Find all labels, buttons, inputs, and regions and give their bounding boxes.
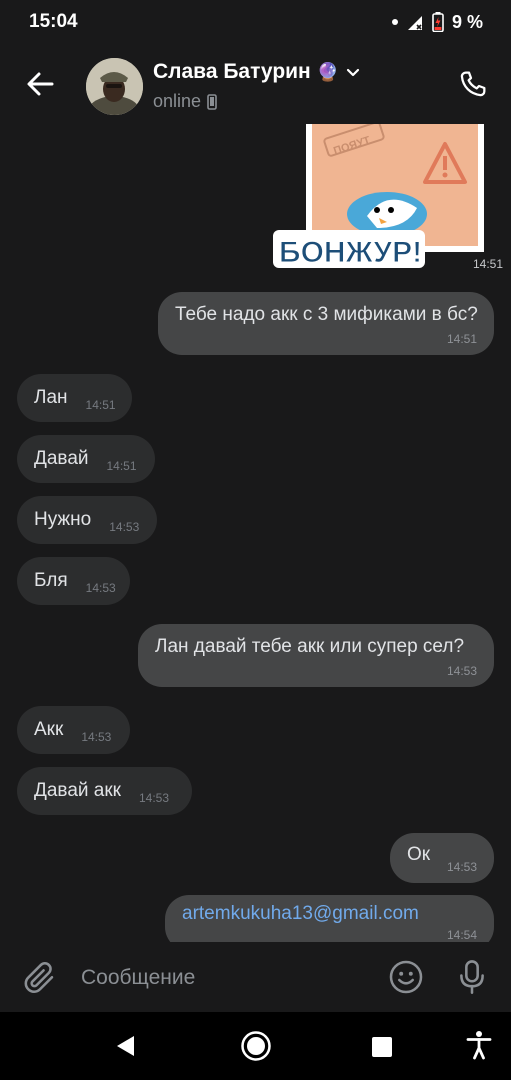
message-bubble[interactable]: Бля 14:53 <box>17 557 130 605</box>
message-time: 14:53 <box>138 791 169 805</box>
sticker-time: 14:51 <box>472 257 503 271</box>
status-icons: 9 % <box>391 11 483 33</box>
message-composer <box>0 942 511 1012</box>
battery-percent: 9 % <box>451 11 483 32</box>
contact-name: Слава Батурин <box>153 60 311 83</box>
message-list[interactable]: ПОЯУТ БОНЖУР! 14:51 Тебе надо акк с 3 ми… <box>0 124 511 942</box>
status-time: 15:04 <box>29 11 78 32</box>
message-bubble[interactable]: artemkukuha13@gmail.com 14:54 <box>165 895 494 942</box>
message-bubble[interactable]: Акк 14:53 <box>17 706 130 754</box>
chevron-down-icon <box>347 68 360 77</box>
accessibility-button[interactable] <box>466 1030 492 1060</box>
nav-back-button[interactable] <box>114 1034 138 1058</box>
message-bubble[interactable]: Нужно 14:53 <box>17 496 157 544</box>
crystal-ball-emoji: 🔮 <box>316 61 340 82</box>
message-text: Нужно <box>34 509 92 530</box>
phone-call-icon <box>460 71 486 97</box>
email-link[interactable]: artemkukuha13@gmail.com <box>182 903 419 925</box>
message-bubble[interactable]: Давай 14:51 <box>17 435 155 483</box>
message-text: Бля <box>34 570 68 591</box>
paperclip-icon <box>24 961 54 993</box>
voice-message-button[interactable] <box>455 958 489 996</box>
call-button[interactable] <box>455 66 491 102</box>
message-text: Давай <box>34 448 89 469</box>
message-time: 14:51 <box>106 459 137 473</box>
message-text: Давай акк <box>34 780 121 801</box>
nav-recents-button[interactable] <box>371 1036 393 1058</box>
message-text: Акк <box>34 719 64 740</box>
sticker-text: БОНЖУР! <box>279 236 422 269</box>
avatar[interactable] <box>86 58 143 115</box>
contact-status-row: online <box>153 91 217 112</box>
message-time: 14:53 <box>446 860 477 874</box>
message-time: 14:53 <box>81 730 112 744</box>
phone-device-icon <box>207 93 217 110</box>
microphone-icon <box>460 960 484 994</box>
message-time: 14:54 <box>446 928 477 942</box>
nav-home-button[interactable] <box>240 1030 272 1062</box>
system-navigation-bar <box>0 1012 511 1080</box>
chat-header: Слава Батурин 🔮 online <box>0 44 511 124</box>
message-time: 14:51 <box>446 332 477 346</box>
contact-status: online <box>153 91 202 111</box>
back-arrow-icon <box>27 72 54 96</box>
nav-back-icon <box>117 1036 134 1056</box>
message-bubble[interactable]: Давай акк 14:53 <box>17 767 192 815</box>
message-time: 14:51 <box>85 398 116 412</box>
sticker-image: ПОЯУТ БОНЖУР! <box>273 124 484 270</box>
message-text: Ок <box>407 844 431 865</box>
emoji-icon <box>389 960 423 994</box>
message-bubble[interactable]: Лан 14:51 <box>17 374 132 422</box>
avatar-image <box>86 58 143 115</box>
nav-recents-icon <box>372 1037 392 1057</box>
message-time: 14:53 <box>109 520 140 534</box>
sticker-message[interactable]: ПОЯУТ БОНЖУР! 14:51 <box>267 124 503 274</box>
message-text: Лан давай тебе акк или супер сел? <box>155 635 465 657</box>
message-time: 14:53 <box>446 664 477 678</box>
message-input[interactable] <box>81 964 361 992</box>
message-bubble[interactable]: Ок 14:53 <box>390 833 494 883</box>
contact-name-row[interactable]: Слава Батурин 🔮 <box>153 60 361 84</box>
back-button[interactable] <box>22 66 58 102</box>
message-text: Лан <box>34 387 68 408</box>
message-time: 14:53 <box>85 581 116 595</box>
accessibility-icon <box>466 1031 492 1060</box>
message-bubble[interactable]: Лан давай тебе акк или супер сел? 14:53 <box>138 624 494 687</box>
battery-icon <box>432 12 444 32</box>
message-text: Тебе надо акк с 3 мификами в бс? <box>175 303 478 325</box>
emoji-button[interactable] <box>388 959 424 995</box>
message-bubble[interactable]: Тебе надо акк с 3 мификами в бс? 14:51 <box>158 292 494 355</box>
notification-dot-icon <box>391 19 398 25</box>
attach-button[interactable] <box>22 960 58 996</box>
nav-home-icon <box>241 1031 271 1061</box>
signal-icon <box>407 16 422 30</box>
status-bar: 15:04 9 % <box>0 0 511 44</box>
